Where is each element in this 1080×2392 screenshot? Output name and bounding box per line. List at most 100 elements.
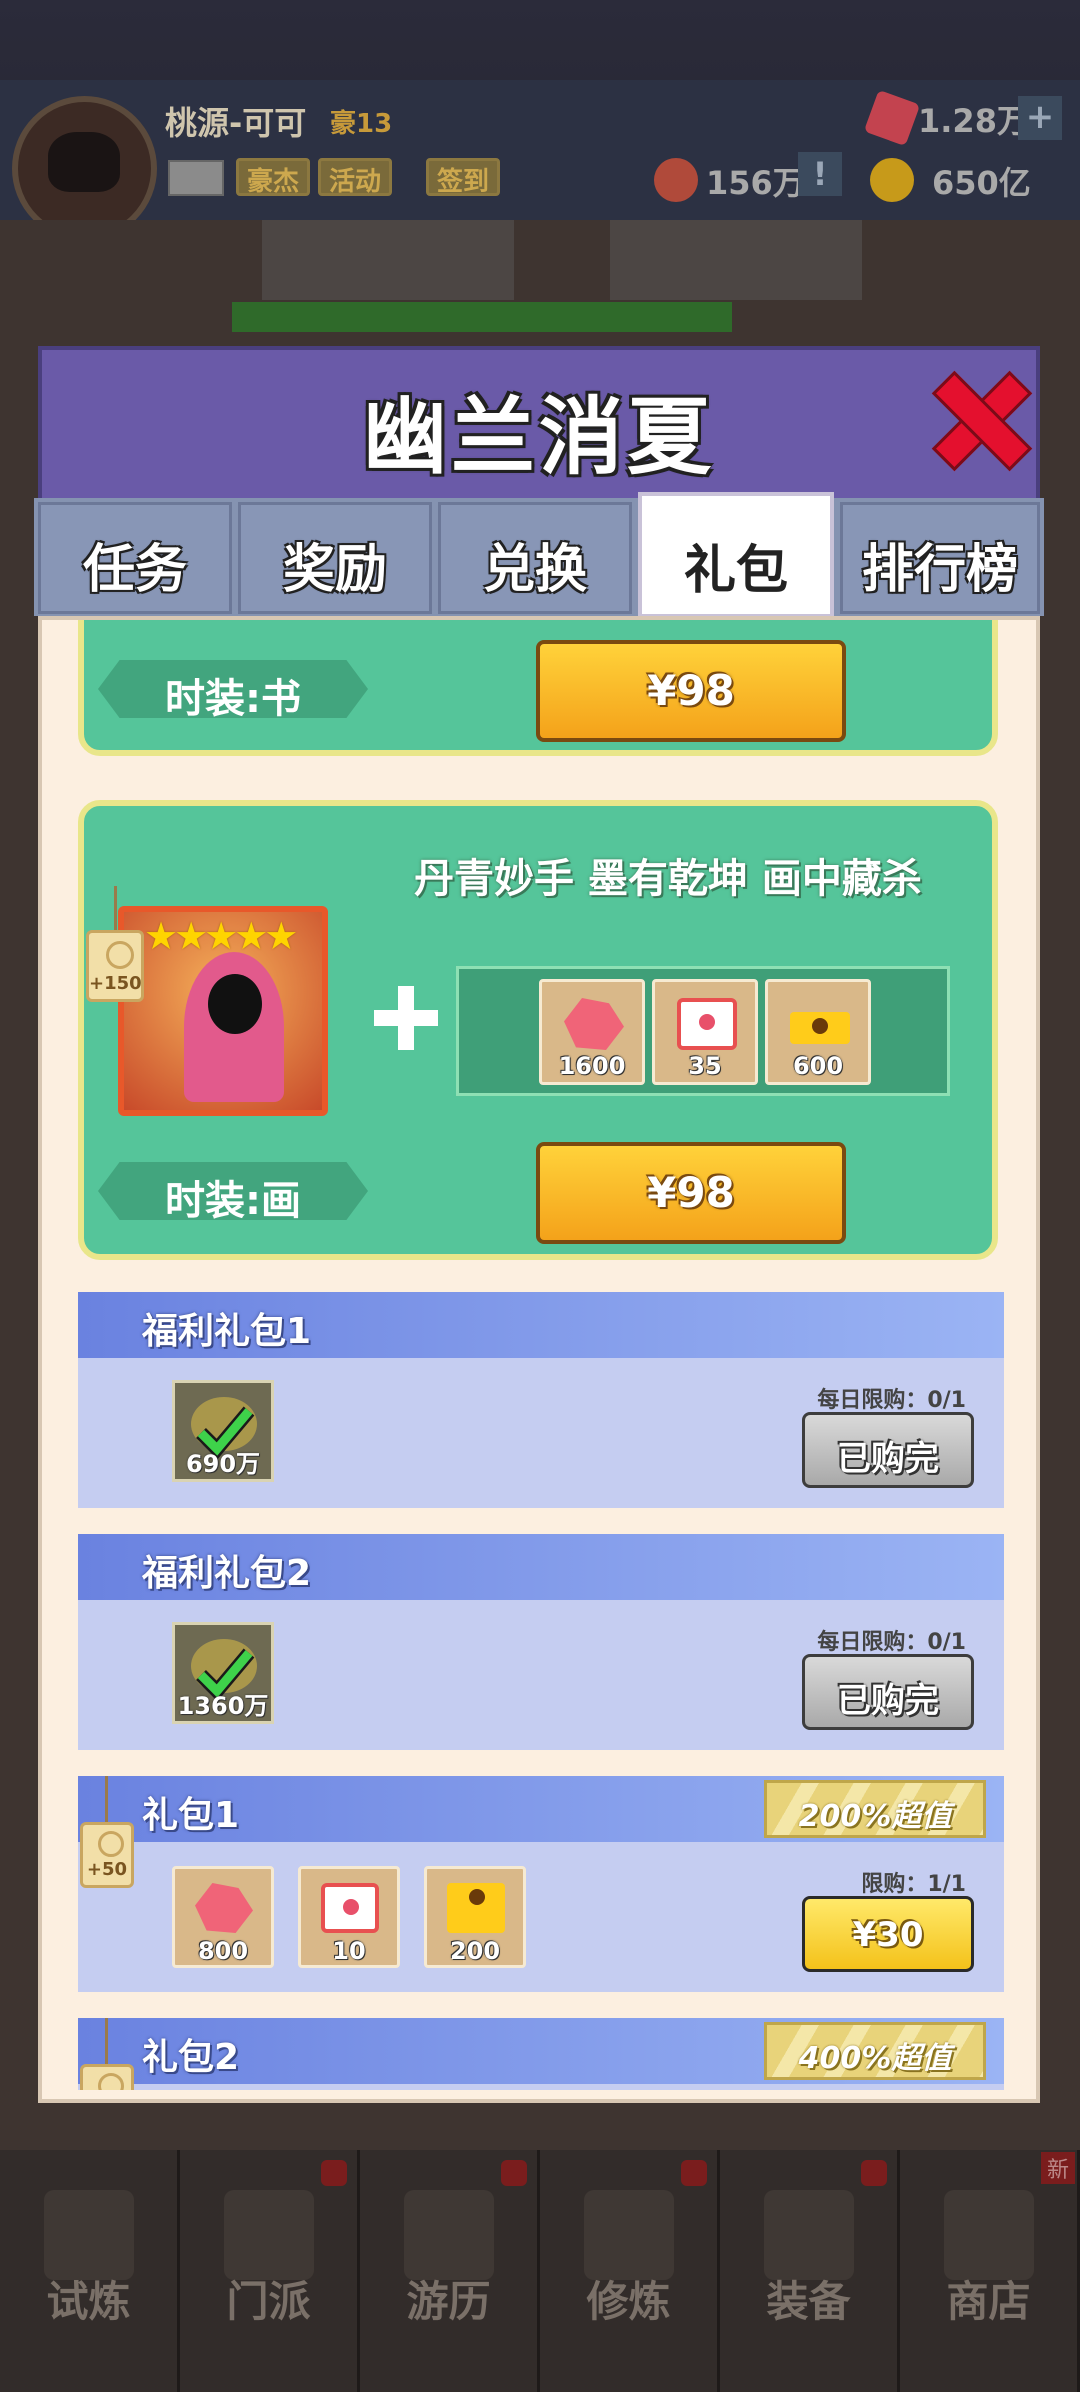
pack-title: 礼包2	[142, 2037, 240, 2078]
buy-pack-1-button[interactable]: ¥30	[802, 1896, 974, 1972]
fashion-card-book: 时装:书 ¥98	[78, 620, 998, 756]
pack-header: 礼包2 400%超值	[78, 2018, 1004, 2084]
ticket-icon	[321, 1883, 379, 1933]
gift-pack-2: 礼包2 400%超值	[78, 2018, 1004, 2090]
pack-header: 福利礼包1	[78, 1292, 1004, 1358]
tab-label: 任务	[82, 540, 187, 600]
plus-icon	[374, 986, 438, 1050]
pack-header: 福利礼包2	[78, 1534, 1004, 1600]
bonus-tag	[80, 2064, 134, 2090]
nav-label: 商店	[946, 2277, 1031, 2326]
nav-label: 试炼	[46, 2277, 131, 2326]
value-badge-text: 200%超值	[798, 1799, 952, 1834]
scroll-icon	[583, 2190, 674, 2280]
fashion-label-text: 时装:书	[165, 676, 301, 722]
shop-icon	[943, 2190, 1034, 2280]
tab-exchange[interactable]: 兑换	[438, 502, 632, 614]
ticket-icon	[677, 998, 737, 1050]
sold-out-button: 已购完	[802, 1654, 974, 1730]
notice-button[interactable]: !	[798, 152, 842, 196]
item-count: 200	[449, 1937, 501, 1965]
gem-count: 1.28万	[918, 102, 1029, 140]
price-label: ¥98	[647, 1168, 735, 1217]
trial-icon	[43, 2190, 134, 2280]
tab-ranking[interactable]: 排行榜	[840, 502, 1040, 614]
modal-title: 幽兰消夏	[362, 388, 715, 486]
hero-button[interactable]: 豪杰	[236, 158, 311, 197]
travel-icon	[403, 2190, 494, 2280]
purchase-limit: 限购：1/1	[861, 1872, 966, 1897]
tab-label: 奖励	[282, 540, 387, 600]
pack-item-gem[interactable]: 800	[172, 1866, 274, 1968]
reward-item-gold[interactable]: 600	[765, 979, 871, 1085]
welfare-pack-1: 福利礼包1 690万 每日限购：0/1 已购完	[78, 1292, 1004, 1508]
tab-tasks[interactable]: 任务	[38, 502, 232, 614]
item-count: 1360万	[177, 1692, 269, 1720]
nav-equipment[interactable]: 装备	[720, 2150, 900, 2392]
tab-bar: 任务 奖励 兑换 礼包 排行榜	[34, 492, 1044, 618]
checkin-button[interactable]: 签到	[426, 158, 501, 197]
tag-string	[105, 1776, 108, 1822]
nav-travel[interactable]: 游历	[360, 2150, 540, 2392]
buy-fashion-painting-button[interactable]: ¥98	[536, 1142, 846, 1244]
gift-list[interactable]: 时装:书 ¥98 丹青妙手 墨有乾坤 画中藏杀 ★★★★★ +150 1600 …	[78, 620, 1008, 2090]
tag-string	[105, 2018, 108, 2064]
price-label: ¥30	[852, 1915, 924, 1955]
notification-dot	[501, 2160, 527, 2186]
pack-item-ticket[interactable]: 10	[298, 1866, 400, 1968]
activity-button[interactable]: 活动	[318, 158, 393, 197]
sold-out-label: 已购完	[837, 1439, 939, 1479]
nav-shop[interactable]: 新商店	[900, 2150, 1080, 2392]
fashion-portrait[interactable]: ★★★★★	[118, 906, 328, 1116]
sword-icon	[763, 2190, 854, 2280]
notification-dot	[681, 2160, 707, 2186]
scene-panel	[262, 220, 514, 300]
sold-out-label: 已购完	[837, 1681, 939, 1721]
notification-dot	[861, 2160, 887, 2186]
item-count: 10	[332, 1937, 366, 1965]
tab-label: 排行榜	[861, 540, 1018, 600]
nav-cultivate[interactable]: 修炼	[540, 2150, 720, 2392]
reward-item-gem[interactable]: 1600	[539, 979, 645, 1085]
scene-bar	[232, 302, 732, 332]
reward-box: 1600 35 600	[456, 966, 950, 1096]
item-count: 1600	[558, 1052, 626, 1080]
gold-count: 650亿	[932, 164, 1031, 202]
pack-item-gold[interactable]: 200	[424, 1866, 526, 1968]
reward-item-ticket[interactable]: 35	[652, 979, 758, 1085]
gold-ingot-icon	[447, 1883, 505, 1933]
nav-trial[interactable]: 试炼	[0, 2150, 180, 2392]
add-gems-button[interactable]: +	[1018, 96, 1062, 140]
welfare-pack-2: 福利礼包2 1360万 每日限购：0/1 已购完	[78, 1534, 1004, 1750]
gold-ingot-icon	[790, 1012, 850, 1044]
tab-gift-pack[interactable]: 礼包	[638, 492, 834, 618]
value-badge: 400%超值	[764, 2022, 986, 2080]
bottom-nav: 试炼 门派 游历 修炼 装备 新商店	[0, 2150, 1080, 2392]
gem-icon	[195, 1883, 253, 1933]
token-count: 156万	[706, 164, 805, 202]
coin-item[interactable]: 1360万	[172, 1622, 274, 1724]
fashion-label: 时装:书	[98, 660, 368, 718]
mail-icon[interactable]	[168, 160, 224, 196]
tab-rewards[interactable]: 奖励	[238, 502, 432, 614]
nav-label: 游历	[406, 2277, 491, 2326]
fashion-label: 时装:画	[98, 1162, 368, 1220]
close-icon[interactable]	[930, 370, 1026, 466]
value-badge-text: 400%超值	[798, 2041, 952, 2076]
notification-dot	[321, 2160, 347, 2186]
bonus-tag-text: +50	[86, 1859, 128, 1880]
item-count: 690万	[185, 1450, 261, 1478]
price-label: ¥98	[647, 666, 735, 715]
star-rating-icon: ★★★★★	[144, 914, 298, 958]
scene-panel	[610, 220, 862, 300]
bonus-tag-text: +150	[89, 973, 142, 994]
nav-label: 装备	[766, 2277, 851, 2326]
coin-item[interactable]: 690万	[172, 1380, 274, 1482]
buy-fashion-book-button[interactable]: ¥98	[536, 640, 846, 742]
pack-title: 福利礼包1	[142, 1311, 312, 1352]
nav-label: 修炼	[586, 2277, 671, 2326]
gem-icon	[564, 998, 624, 1050]
nav-sect[interactable]: 门派	[180, 2150, 360, 2392]
value-badge: 200%超值	[764, 1780, 986, 1838]
gift-list-panel[interactable]: 时装:书 ¥98 丹青妙手 墨有乾坤 画中藏杀 ★★★★★ +150 1600 …	[38, 616, 1040, 2103]
